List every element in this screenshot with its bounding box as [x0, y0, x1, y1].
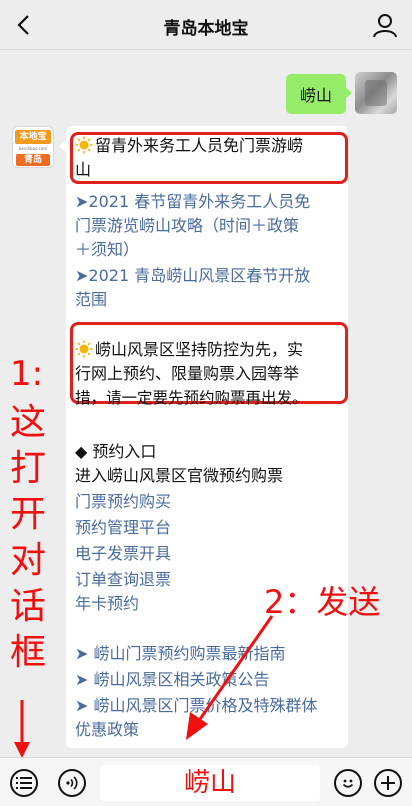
plus-icon[interactable]: [374, 769, 402, 797]
link-spring-festival-guide-line2[interactable]: 门票游览崂山攻略（时间＋政策: [75, 214, 299, 238]
chat-input-bar: 崂山: [0, 757, 412, 806]
sun-icon: [75, 136, 93, 154]
reserve-subheading: 进入崂山风景区官微预约购票: [75, 466, 284, 485]
link-open-scope-line1[interactable]: ➤2021 青岛崂山风景区春节开放: [75, 264, 310, 288]
reserve-item-invoice[interactable]: 电子发票开具: [75, 542, 171, 566]
menu-list-icon[interactable]: [10, 769, 38, 797]
annotation-step1-text: 这 打 开 对 话 框: [9, 402, 46, 673]
link-spring-festival-guide-line3[interactable]: ＋须知）: [75, 238, 139, 262]
annotation-step2-send: 2：发送: [264, 583, 381, 621]
sun-icon: [75, 340, 93, 358]
link-price-policy-line2[interactable]: 优惠政策: [75, 718, 139, 742]
bot-avatar[interactable]: 本地宝 bendibao.com 青岛: [12, 126, 54, 168]
reserve-item-annual-card[interactable]: 年卡预约: [75, 592, 139, 616]
box1-line1: 留青外来务工人员免门票游崂: [75, 134, 303, 158]
logo-city-text: 青岛: [16, 154, 50, 166]
logo-domain-text: bendibao.com: [18, 146, 48, 151]
box2-line1: 崂山风景区坚持防控为先，实: [75, 338, 303, 362]
reserve-item-refund[interactable]: 订单查询退票: [75, 568, 171, 592]
sent-bubble-tail: [345, 87, 352, 99]
reserve-heading: ◆ 预约入口: [75, 442, 157, 461]
box2-line2: 行网上预约、限量购票入园等举: [75, 364, 300, 383]
annotation-arrow-diagonal-icon: [186, 615, 274, 740]
reserve-item-buy-ticket[interactable]: 门票预约购买: [75, 490, 171, 514]
logo-brand-text: 本地宝: [15, 130, 51, 144]
voice-icon[interactable]: [58, 769, 86, 797]
box1-line2: 山: [75, 160, 92, 179]
chat-title: 青岛本地宝: [163, 19, 249, 39]
message-input[interactable]: 崂山: [100, 765, 320, 801]
top-nav-bar: 青岛本地宝: [0, 0, 412, 50]
user-profile-icon[interactable]: [372, 12, 398, 38]
reserve-item-manage[interactable]: 预约管理平台: [75, 516, 171, 540]
box2-line3: 措，请一定要先预约购票再出发。: [75, 389, 308, 407]
emoji-icon[interactable]: [334, 769, 362, 797]
link-open-scope-line2[interactable]: 范围: [75, 288, 107, 312]
annotation-step1-number: 1:: [10, 354, 44, 394]
sent-message-bubble[interactable]: 崂山: [286, 74, 346, 114]
link-spring-festival-guide-line1[interactable]: ➤2021 春节留青外来务工人员免: [75, 190, 310, 214]
my-avatar[interactable]: [355, 72, 397, 114]
received-bubble-tail: [59, 140, 66, 152]
annotation-arrow-down-icon: [14, 700, 30, 758]
